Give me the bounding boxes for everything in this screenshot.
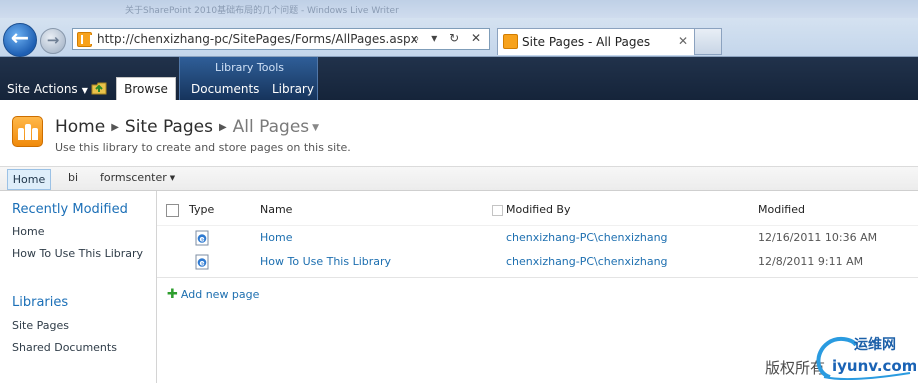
address-url[interactable]: http://chenxizhang-pc/SitePages/Forms/Al… <box>97 32 418 46</box>
breadcrumb-current-view[interactable]: All Pages <box>233 117 310 137</box>
tab-title: Site Pages - All Pages <box>522 35 651 49</box>
topnav-item-formscenter[interactable]: formscenter ▼ <box>100 171 175 184</box>
quick-launch-item-shared-documents[interactable]: Shared Documents <box>12 341 117 354</box>
site-actions-menu[interactable]: Site Actions ▼ <box>7 82 88 96</box>
quick-launch-item-how-to[interactable]: How To Use This Library <box>12 247 143 260</box>
site-logo-icon[interactable] <box>12 116 43 147</box>
row-modified-date: 12/8/2011 9:11 AM <box>758 255 864 268</box>
chevron-down-icon: ▼ <box>169 174 176 182</box>
browser-chrome: 关于SharePoint 2010基础布局的几个问题 - Windows Liv… <box>0 0 918 57</box>
header-divider <box>157 225 918 226</box>
row-modified-by-link[interactable]: chenxizhang-PC\chenxizhang <box>506 231 668 244</box>
window-title: 关于SharePoint 2010基础布局的几个问题 - Windows Liv… <box>125 6 399 16</box>
row-name-link[interactable]: How To Use This Library <box>260 255 391 268</box>
row-modified-by-link[interactable]: chenxizhang-PC\chenxizhang <box>506 255 668 268</box>
folder-up-icon[interactable] <box>91 81 107 95</box>
tab-documents[interactable]: Documents <box>191 82 259 96</box>
ribbon: Site Actions ▼ Browse Library Tools Docum… <box>0 57 918 100</box>
tab-browse[interactable]: Browse <box>116 77 176 100</box>
address-bar[interactable]: http://chenxizhang-pc/SitePages/Forms/Al… <box>72 28 490 50</box>
ie-page-icon: e <box>195 230 209 246</box>
svg-text:e: e <box>199 258 204 267</box>
modified-by-filter-checkbox[interactable] <box>492 205 503 216</box>
tab-close-icon[interactable]: ✕ <box>678 34 688 48</box>
chevron-down-icon: ▼ <box>81 86 88 95</box>
iyunv-logo: 运维网 iyunv.com <box>816 336 916 381</box>
library-tools-label: Library Tools <box>214 61 285 74</box>
quick-launch: Recently Modified Home How To Use This L… <box>0 191 157 383</box>
top-navigation: Home bi formscenter ▼ <box>0 166 918 191</box>
quick-launch-heading-recent[interactable]: Recently Modified <box>12 202 128 217</box>
watermark-logo-cn: 运维网 <box>854 336 896 353</box>
quick-launch-item-site-pages[interactable]: Site Pages <box>12 319 69 332</box>
page-description: Use this library to create and store pag… <box>55 141 351 154</box>
breadcrumb-separator-icon: ▶ <box>218 122 227 133</box>
ie-page-icon: e <box>195 254 209 270</box>
quick-launch-item-home[interactable]: Home <box>12 225 44 238</box>
back-button[interactable]: ← <box>3 23 37 57</box>
list-view: Type Name Modified By Modified e Home ch… <box>157 191 918 383</box>
topnav-item-label: formscenter <box>100 171 167 184</box>
list-divider <box>157 277 918 278</box>
add-new-page-label: Add new page <box>180 288 260 301</box>
library-tools-group: Library Tools Documents Library <box>179 57 318 100</box>
topnav-item-bi[interactable]: bi <box>68 171 78 184</box>
select-all-checkbox[interactable] <box>166 204 179 217</box>
site-actions-label: Site Actions <box>7 82 78 96</box>
breadcrumb-separator-icon: ▶ <box>111 122 119 133</box>
sharepoint-favicon-icon <box>503 34 518 49</box>
page-title-area: Home ▶ Site Pages ▶ All Pages ▼ Use this libr… <box>0 100 918 166</box>
tab-library[interactable]: Library <box>272 82 314 96</box>
svg-text:e: e <box>199 234 204 243</box>
watermark-logo-en: iyunv.com <box>832 357 916 375</box>
forward-arrow-icon: → <box>46 31 60 49</box>
new-tab-button[interactable] <box>695 28 722 55</box>
column-header-modified-by[interactable]: Modified By <box>506 203 571 216</box>
add-new-page-link[interactable]: ✚ Add new page <box>167 287 259 302</box>
forward-button[interactable]: → <box>40 28 66 54</box>
back-arrow-icon: ← <box>10 26 30 51</box>
row-name-link[interactable]: Home <box>260 231 292 244</box>
breadcrumb-site-pages[interactable]: Site Pages <box>125 117 213 137</box>
breadcrumb-home[interactable]: Home <box>55 117 105 137</box>
column-header-modified[interactable]: Modified <box>758 203 805 216</box>
quick-launch-heading-libraries[interactable]: Libraries <box>12 295 68 310</box>
column-header-name[interactable]: Name <box>260 203 292 216</box>
plus-icon: ✚ <box>167 287 178 302</box>
topnav-item-home[interactable]: Home <box>7 169 51 190</box>
sharepoint-favicon-icon <box>77 32 92 47</box>
chevron-down-icon[interactable]: ▼ <box>312 123 319 133</box>
window-title-bar: 关于SharePoint 2010基础布局的几个问题 - Windows Liv… <box>0 0 918 18</box>
column-header-type[interactable]: Type <box>189 203 214 216</box>
breadcrumb: Home ▶ Site Pages ▶ All Pages ▼ <box>55 117 319 137</box>
row-modified-date: 12/16/2011 10:36 AM <box>758 231 878 244</box>
address-bar-icons[interactable]: ⌕ ▾ ↻ ✕ <box>413 31 485 46</box>
tab-site-pages[interactable]: Site Pages - All Pages ✕ <box>497 28 695 55</box>
